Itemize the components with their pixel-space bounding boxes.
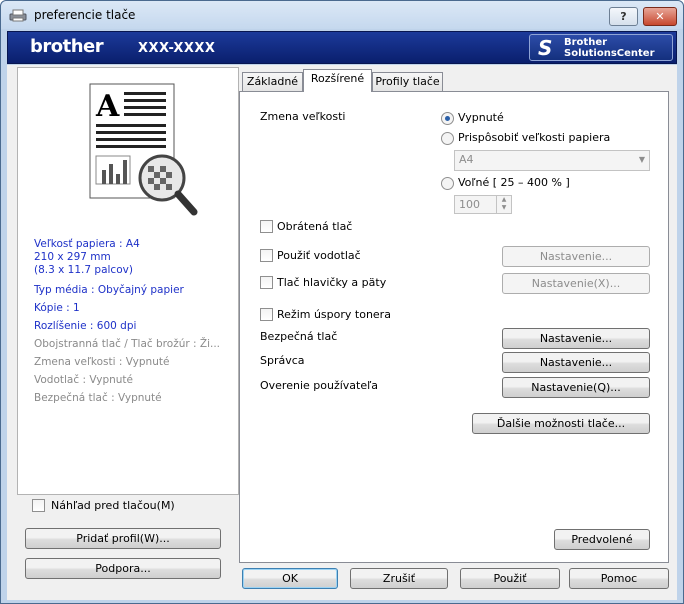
window-title: preferencie tlače: [34, 8, 136, 22]
model-name: XXX-XXXX: [138, 41, 216, 56]
secure-print-label: Bezpečná tlač: [260, 330, 338, 343]
brother-banner: brother XXX-XXXX S Brother SolutionsCente…: [7, 31, 677, 64]
user-auth-settings-button[interactable]: Nastavenie(Q)...: [502, 377, 650, 398]
watermark-settings-button[interactable]: Nastavenie...: [502, 246, 650, 267]
tab-basic[interactable]: Základné: [242, 72, 303, 92]
media-info: Typ média : Obyčajný papier: [34, 284, 184, 296]
divider: [260, 403, 650, 404]
secure-print-settings-button[interactable]: Nastavenie...: [502, 328, 650, 349]
toner-save-checkbox[interactable]: [260, 308, 273, 321]
printer-icon: [9, 9, 27, 22]
settings-summary-panel: A Veľkosť papiera : A4 210 x 297 mm (8.3…: [17, 67, 239, 512]
printing-preferences-window: preferencie tlače ? ✕ brother XXX-XXXX S…: [0, 0, 684, 604]
dims-in-info: (8.3 x 11.7 palcov): [34, 264, 133, 276]
scaling-percent-input[interactable]: 100 ▲ ▼: [454, 195, 512, 214]
print-preview-label: Náhľad pred tlačou(M): [51, 499, 175, 512]
more-options-button[interactable]: Ďalšie možnosti tlače...: [472, 413, 650, 434]
secure-info: Bezpečná tlač : Vypnuté: [34, 392, 162, 404]
administrator-settings-button[interactable]: Nastavenie...: [502, 352, 650, 373]
header-footer-settings-button[interactable]: Nastavenie(X)...: [502, 273, 650, 294]
brother-logo: brother: [30, 36, 104, 57]
scaling-free-radio[interactable]: [441, 177, 454, 190]
scaling-off-label: Vypnuté: [458, 111, 504, 124]
close-button[interactable]: ✕: [643, 7, 677, 26]
watermark-info: Vodotlač : Vypnuté: [34, 374, 134, 386]
toner-save-label: Režim úspory tonera: [277, 308, 391, 321]
dims-mm-info: 210 x 297 mm: [34, 251, 111, 263]
svg-text:A: A: [95, 89, 120, 124]
watermark-checkbox[interactable]: [260, 249, 273, 262]
solutions-center-button[interactable]: S Brother SolutionsCenter: [529, 34, 673, 61]
divider: [260, 239, 650, 240]
scaling-info: Zmena veľkosti : Vypnuté: [34, 356, 170, 368]
reverse-print-label: Obrátená tlač: [277, 220, 353, 233]
advanced-tab-panel: Zmena veľkosti Vypnuté Prispôsobiť veľko…: [239, 91, 669, 563]
header-footer-label: Tlač hlavičky a päty: [277, 276, 387, 289]
ok-button[interactable]: OK: [242, 568, 338, 589]
watermark-label: Použiť vodotlač: [277, 249, 361, 262]
divider: [260, 300, 650, 301]
scaling-fit-radio[interactable]: [441, 132, 454, 145]
apply-button[interactable]: Použiť: [460, 568, 560, 589]
scaling-free-label: Voľné [ 25 – 400 % ]: [458, 176, 570, 189]
tab-advanced[interactable]: Rozšírené: [303, 69, 372, 92]
solutions-center-icon: S: [538, 36, 553, 60]
help-button[interactable]: ?: [609, 7, 638, 26]
tab-print-profiles[interactable]: Profily tlače: [372, 72, 443, 92]
spin-arrows-icon[interactable]: ▲ ▼: [496, 196, 511, 213]
divider: [260, 520, 650, 521]
reverse-print-checkbox[interactable]: [260, 220, 273, 233]
header-footer-checkbox[interactable]: [260, 276, 273, 289]
defaults-button[interactable]: Predvolené: [554, 529, 650, 550]
copies-info: Kópie : 1: [34, 302, 80, 314]
support-button[interactable]: Podpora...: [25, 558, 221, 579]
scaling-label: Zmena veľkosti: [260, 110, 346, 123]
resolution-info: Rozlíšenie : 600 dpi: [34, 320, 137, 332]
duplex-info: Obojstranná tlač / Tlač brožúr : Ži...: [34, 338, 221, 350]
user-auth-label: Overenie používateľa: [260, 379, 378, 392]
scaling-fit-label: Prispôsobiť veľkosti papiera: [458, 131, 611, 144]
page-preview-icon: A: [89, 83, 198, 216]
cancel-button[interactable]: Zrušiť: [350, 568, 448, 589]
print-preview-checkbox[interactable]: [32, 499, 45, 512]
paper-size-select[interactable]: A4 ▼: [454, 150, 650, 171]
chevron-down-icon: ▼: [638, 155, 645, 164]
add-profile-button[interactable]: Pridať profil(W)...: [25, 528, 221, 549]
paper-size-info: Veľkosť papiera : A4: [34, 238, 140, 250]
administrator-label: Správca: [260, 354, 305, 367]
scaling-off-radio[interactable]: [441, 112, 454, 125]
help-dialog-button[interactable]: Pomoc: [569, 568, 669, 589]
title-bar: preferencie tlače ? ✕: [1, 1, 683, 29]
dialog-body: A Veľkosť papiera : A4 210 x 297 mm (8.3…: [7, 65, 677, 600]
